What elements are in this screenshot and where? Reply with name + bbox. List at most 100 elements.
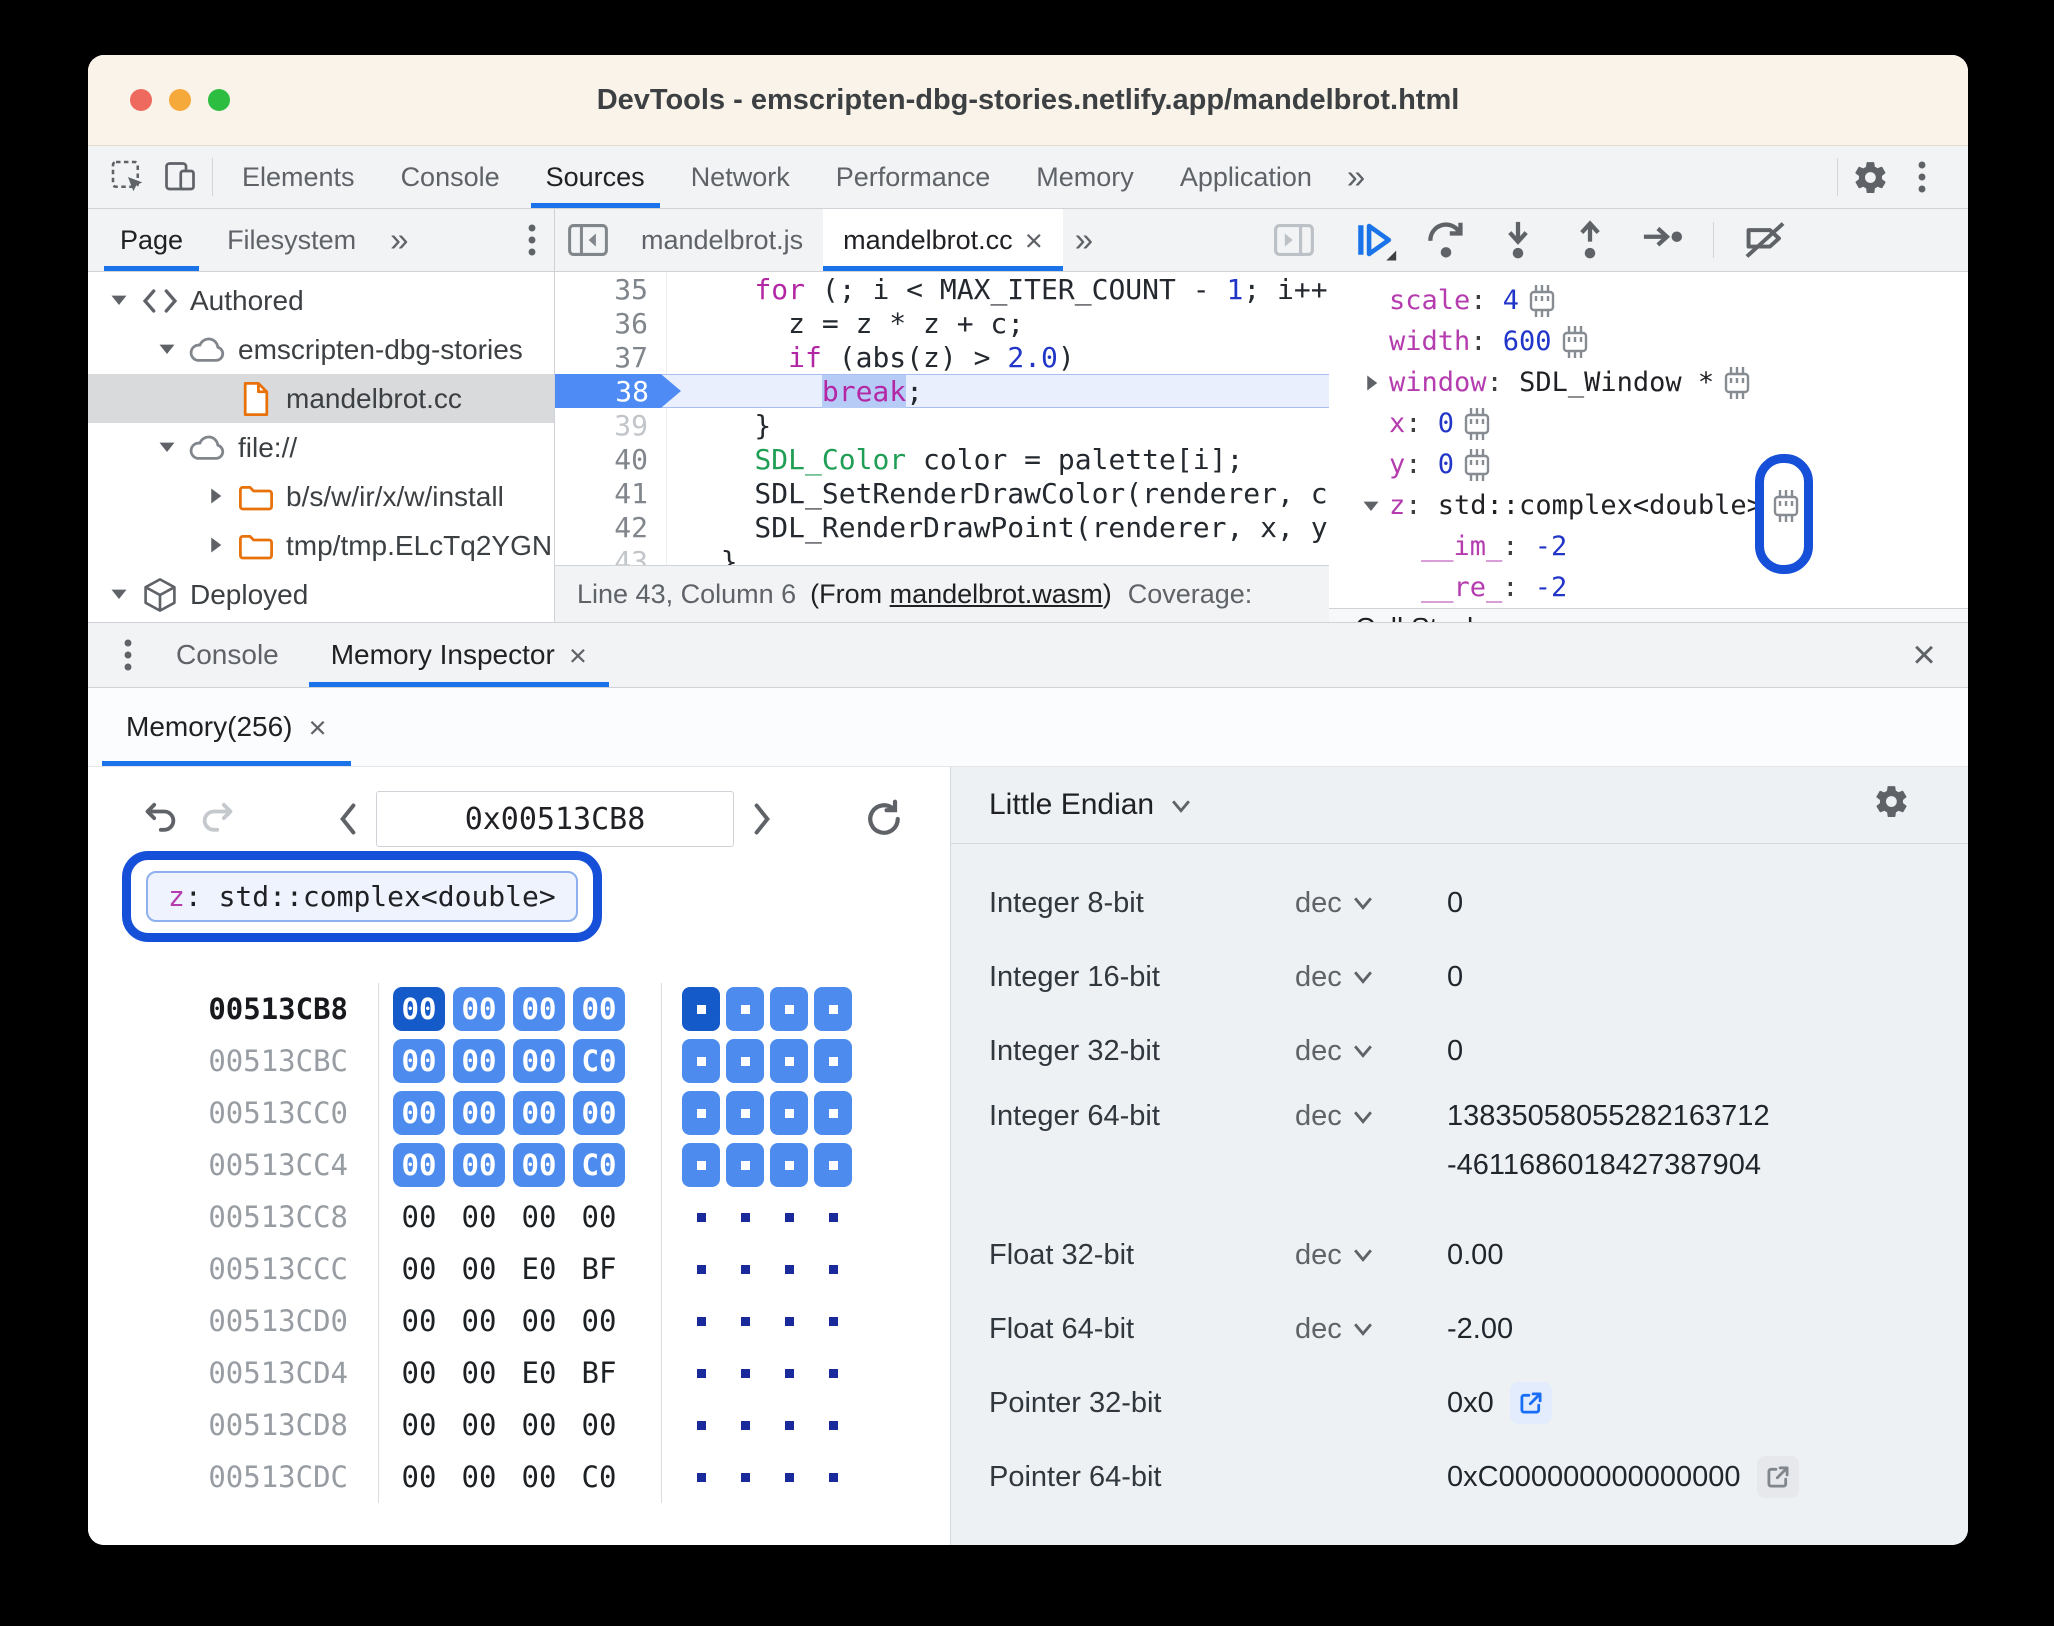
tree-item[interactable]: emscripten-dbg-stories <box>88 325 554 374</box>
navigator-kebab-menu-icon[interactable] <box>510 209 554 271</box>
format-select[interactable]: dec <box>1295 1239 1447 1272</box>
ascii-cell[interactable] <box>770 1143 808 1187</box>
address-input[interactable]: 0x00513CB8 <box>376 791 734 847</box>
tab-page[interactable]: Page <box>98 209 205 271</box>
panel-tab-performance[interactable]: Performance <box>813 146 1014 208</box>
ascii-cell[interactable] <box>770 1403 808 1447</box>
hex-byte[interactable]: 00 <box>393 1247 445 1291</box>
hex-byte[interactable]: 00 <box>513 1039 565 1083</box>
code-line[interactable]: 35 for (; i < MAX_ITER_COUNT - 1; i++) { <box>555 272 1329 306</box>
more-tabs-chevron-icon[interactable]: » <box>378 209 420 271</box>
chevron-down-icon[interactable] <box>1170 788 1192 822</box>
code-line[interactable]: 36 z = z * z + c; <box>555 306 1329 340</box>
ascii-cell[interactable] <box>726 1091 764 1135</box>
ascii-cell[interactable] <box>814 1247 852 1291</box>
scope-variable[interactable]: scale: 4 <box>1329 280 1968 321</box>
hex-byte[interactable]: C0 <box>573 1143 625 1187</box>
hex-byte[interactable]: C0 <box>573 1039 625 1083</box>
hex-byte[interactable]: 00 <box>513 1299 565 1343</box>
ascii-cell[interactable] <box>814 1091 852 1135</box>
scope-variable[interactable]: __re_: -2 <box>1329 567 1968 608</box>
hex-byte[interactable]: 00 <box>513 1455 565 1499</box>
hex-byte[interactable]: 00 <box>513 1195 565 1239</box>
hex-byte[interactable]: E0 <box>513 1247 565 1291</box>
undo-icon[interactable] <box>140 799 180 839</box>
tree-item[interactable]: Deployed <box>88 570 554 619</box>
format-select[interactable]: dec <box>1295 1035 1447 1068</box>
line-number[interactable]: 40 <box>555 442 667 476</box>
hex-byte[interactable]: BF <box>573 1247 625 1291</box>
collapse-navigator-icon[interactable] <box>555 209 621 271</box>
code-line[interactable]: 41 SDL_SetRenderDrawColor(renderer, colo… <box>555 476 1329 510</box>
hex-byte[interactable]: 00 <box>513 987 565 1031</box>
memory-chip-icon[interactable] <box>1527 283 1557 319</box>
ascii-cell[interactable] <box>814 1351 852 1395</box>
inspect-icon[interactable] <box>102 146 154 208</box>
hex-byte[interactable]: 00 <box>393 1351 445 1395</box>
memory-chip-icon[interactable] <box>1722 365 1752 401</box>
collapse-arrow-icon[interactable] <box>205 481 225 513</box>
hex-byte[interactable]: 00 <box>453 1455 505 1499</box>
tab-filesystem[interactable]: Filesystem <box>205 209 378 271</box>
scope-variable[interactable]: y: 0 <box>1329 444 1968 485</box>
line-number[interactable]: 38 <box>555 374 681 408</box>
ascii-cell[interactable] <box>726 1455 764 1499</box>
tree-item[interactable]: tmp/tmp.ELcTq2YGN <box>88 521 554 570</box>
close-tab-icon[interactable]: × <box>1025 225 1043 256</box>
jump-to-address-icon[interactable] <box>1756 1456 1799 1498</box>
scope-variable[interactable]: __im_: -2 <box>1329 526 1968 567</box>
code-line[interactable]: 38 break; <box>555 374 1329 408</box>
tab-console[interactable]: Console <box>150 623 305 687</box>
settings-gear-icon[interactable] <box>1844 146 1896 208</box>
ascii-cell[interactable] <box>726 987 764 1031</box>
hex-byte[interactable]: 00 <box>573 987 625 1031</box>
resume-icon[interactable] <box>1351 217 1397 263</box>
panel-tab-application[interactable]: Application <box>1157 146 1335 208</box>
panel-tab-elements[interactable]: Elements <box>219 146 378 208</box>
hex-byte[interactable]: 00 <box>573 1091 625 1135</box>
hex-byte[interactable]: 00 <box>453 1039 505 1083</box>
redo-icon[interactable] <box>198 799 238 839</box>
refresh-icon[interactable] <box>862 797 906 841</box>
step-icon[interactable] <box>1639 217 1685 263</box>
ascii-cell[interactable] <box>814 1299 852 1343</box>
hex-byte[interactable]: 00 <box>513 1143 565 1187</box>
ascii-cell[interactable] <box>682 1403 720 1447</box>
ascii-cell[interactable] <box>770 1091 808 1135</box>
expand-arrow-icon[interactable] <box>109 579 129 611</box>
ascii-cell[interactable] <box>726 1247 764 1291</box>
close-tab-icon[interactable]: × <box>569 640 587 671</box>
hex-byte[interactable]: E0 <box>513 1351 565 1395</box>
format-select[interactable]: dec <box>1295 1100 1447 1133</box>
hex-byte[interactable]: 00 <box>573 1299 625 1343</box>
ascii-cell[interactable] <box>682 1091 720 1135</box>
expand-arrow-icon[interactable] <box>157 334 177 366</box>
hex-byte[interactable]: 00 <box>453 1091 505 1135</box>
hex-byte[interactable]: BF <box>573 1351 625 1395</box>
scope-variable[interactable]: window: SDL_Window * <box>1329 362 1968 403</box>
hex-byte[interactable]: 00 <box>393 987 445 1031</box>
ascii-cell[interactable] <box>682 987 720 1031</box>
line-number[interactable]: 42 <box>555 510 667 544</box>
hex-byte[interactable]: 00 <box>393 1091 445 1135</box>
ascii-cell[interactable] <box>682 1351 720 1395</box>
interpreter-settings-gear-icon[interactable] <box>1873 783 1910 828</box>
hex-byte[interactable]: 00 <box>513 1091 565 1135</box>
panel-tab-console[interactable]: Console <box>378 146 523 208</box>
ascii-cell[interactable] <box>726 1039 764 1083</box>
ascii-cell[interactable] <box>726 1351 764 1395</box>
hex-byte[interactable]: 00 <box>453 1247 505 1291</box>
hex-byte[interactable]: 00 <box>453 1195 505 1239</box>
collapse-arrow-icon[interactable] <box>205 530 225 562</box>
ascii-cell[interactable] <box>726 1143 764 1187</box>
hex-byte[interactable]: 00 <box>453 1351 505 1395</box>
hex-byte[interactable]: 00 <box>393 1403 445 1447</box>
deactivate-breakpoints-icon[interactable] <box>1742 217 1788 263</box>
more-editor-tabs-chevron-icon[interactable]: » <box>1063 209 1105 271</box>
ascii-cell[interactable] <box>682 1195 720 1239</box>
show-debugger-panel-icon[interactable] <box>1259 209 1329 271</box>
memory-chip-icon[interactable] <box>1462 406 1492 442</box>
ascii-cell[interactable] <box>682 1455 720 1499</box>
hex-byte[interactable]: 00 <box>453 1403 505 1447</box>
close-window-button[interactable] <box>130 89 152 111</box>
